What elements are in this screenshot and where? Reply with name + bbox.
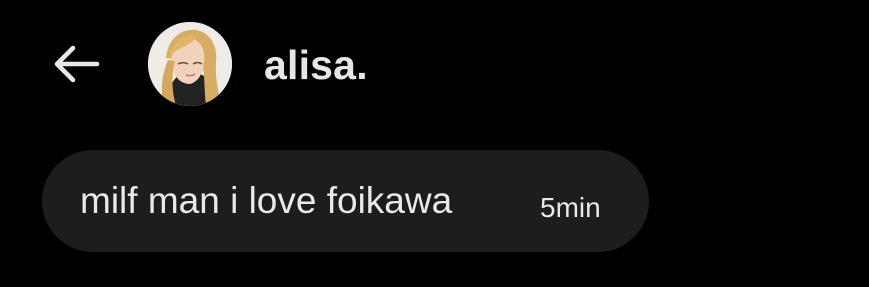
avatar[interactable] bbox=[148, 22, 232, 106]
chat-header: alisa. bbox=[0, 0, 869, 130]
arrow-left-icon bbox=[54, 45, 100, 83]
chat-username[interactable]: alisa. bbox=[264, 40, 368, 90]
message-text: milf man i love foikawa bbox=[80, 180, 453, 221]
back-button[interactable] bbox=[44, 36, 106, 92]
message-time: 5min bbox=[540, 192, 601, 223]
user-avatar bbox=[148, 22, 232, 106]
message-bubble[interactable]: milf man i love foikawa 5min bbox=[42, 150, 649, 252]
